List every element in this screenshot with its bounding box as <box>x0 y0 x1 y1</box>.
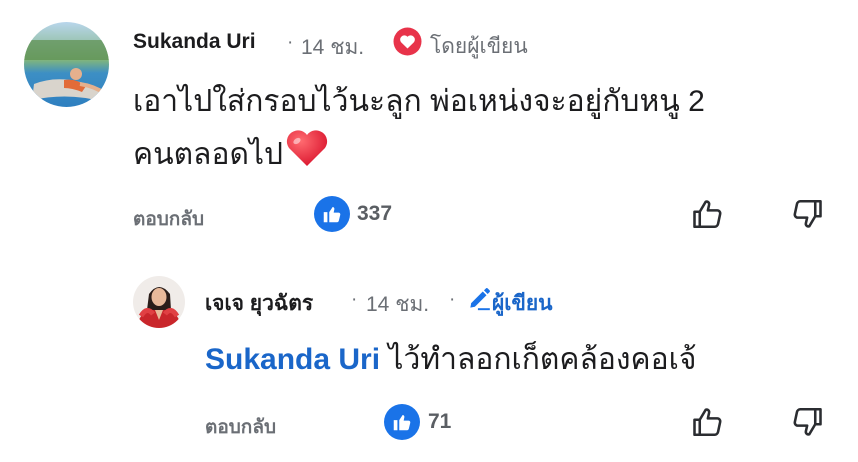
heart-emoji-icon <box>285 128 329 185</box>
reply-time[interactable]: 14 ชม. <box>366 288 429 321</box>
thumbs-up-icon[interactable] <box>690 196 726 232</box>
comment-text-line1: เอาไปใส่กรอบไว้นะลูก พ่อเหน่งจะอยู่กับหน… <box>133 85 705 118</box>
avatar[interactable] <box>24 22 109 107</box>
author-badge: โดยผู้เขียน <box>430 35 528 58</box>
separator-dot: · <box>449 289 456 310</box>
thumbs-down-icon[interactable] <box>789 196 825 232</box>
comment-author[interactable]: Sukanda Uri <box>133 30 256 54</box>
like-count[interactable]: 337 <box>357 202 392 226</box>
like-icon[interactable] <box>314 196 350 232</box>
heart-badge-icon <box>393 27 422 56</box>
reply-author[interactable]: เจเจ ยุวฉัตร <box>205 287 313 320</box>
comment-text-line2-text: คนตลอดไป <box>133 138 284 171</box>
separator-dot: · <box>287 32 294 53</box>
reply-text: Sukanda Uri ไว้ทำลอกเก็ตคล้องคอเจ้ <box>205 334 696 386</box>
reply-button[interactable]: ตอบกลับ <box>205 412 276 442</box>
reply-button[interactable]: ตอบกลับ <box>133 204 204 234</box>
separator-dot: · <box>351 289 358 310</box>
thumbs-up-icon[interactable] <box>690 404 726 440</box>
reply-avatar[interactable] <box>133 276 185 328</box>
comment-time[interactable]: 14 ชม. <box>301 31 364 64</box>
mention-link[interactable]: Sukanda Uri <box>205 343 380 376</box>
reply-author-badge: ผู้เขียน <box>492 292 553 315</box>
reply-text-content: ไว้ทำลอกเก็ตคล้องคอเจ้ <box>380 343 697 376</box>
pencil-icon <box>466 286 492 312</box>
thumbs-down-icon[interactable] <box>789 404 825 440</box>
comment-text-line2: คนตลอดไป <box>133 128 329 185</box>
like-icon[interactable] <box>384 404 420 440</box>
like-count[interactable]: 71 <box>428 410 451 434</box>
